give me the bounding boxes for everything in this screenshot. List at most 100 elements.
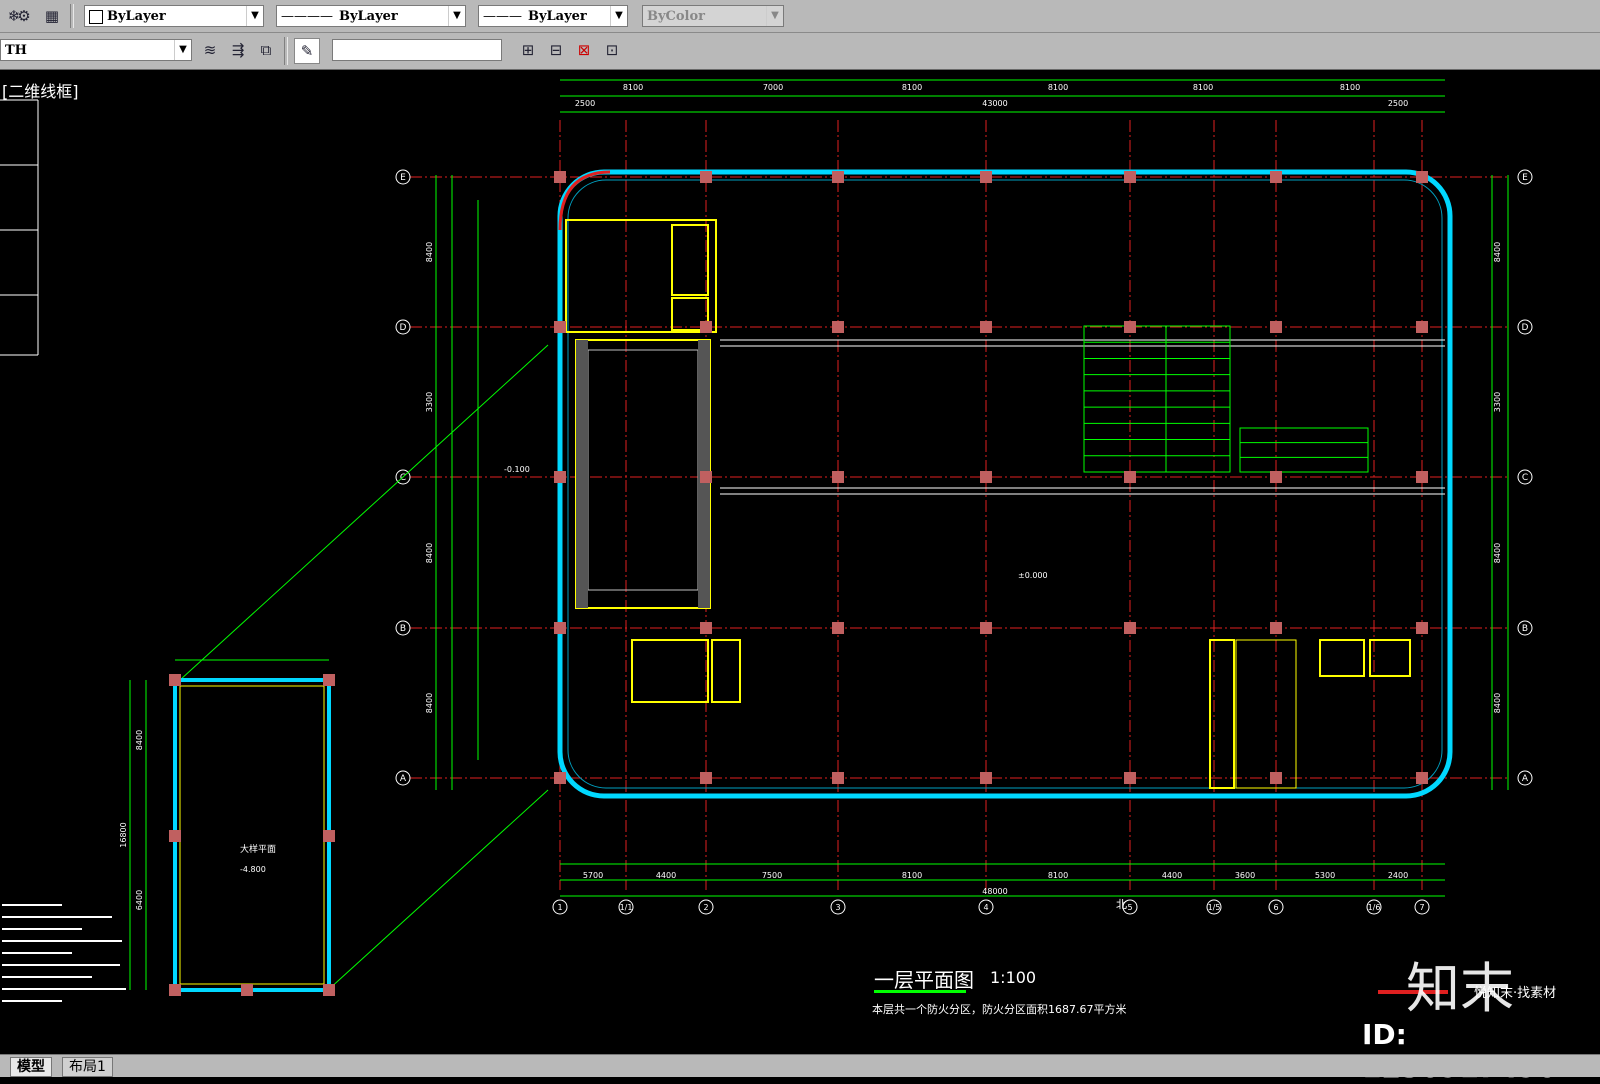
core-rooms <box>565 219 1411 789</box>
dimension-label: 8100 <box>1340 83 1360 92</box>
lineweight-value: ByLayer <box>528 9 587 24</box>
gear-icon[interactable]: ⚙ <box>12 4 36 28</box>
dimension-label: 4400 <box>1162 871 1182 880</box>
stair-hatch <box>576 340 588 608</box>
dimension-label: 3600 <box>1235 871 1255 880</box>
dimension-label: 7000 <box>763 83 783 92</box>
axis-bubble-label: A <box>400 774 407 784</box>
column <box>832 772 844 784</box>
column <box>700 471 712 483</box>
layer-value: TH <box>5 43 27 58</box>
column <box>1416 471 1428 483</box>
chevron-down-icon: ▼ <box>448 6 465 26</box>
dimension-label: 2400 <box>1388 871 1408 880</box>
plotstyle-dropdown[interactable]: ByColor ▼ <box>642 5 784 27</box>
axis-bubble-label: C <box>1522 473 1528 483</box>
column <box>980 471 992 483</box>
column <box>980 171 992 183</box>
axis-bubble-label: 1 <box>557 903 562 912</box>
lineweight-dropdown[interactable]: ——— ByLayer ▼ <box>478 5 628 27</box>
dimension-label: 6400 <box>135 890 144 910</box>
chevron-down-icon: ▼ <box>766 6 783 26</box>
chevron-down-icon: ▼ <box>246 6 263 26</box>
elev-mark: -0.100 <box>504 465 530 474</box>
dimension-label: 2500 <box>1388 99 1408 108</box>
dimension-label: 3300 <box>425 392 434 412</box>
fire-zone-note: 本层共一个防火分区，防火分区面积1687.67平方米 <box>872 1003 1127 1016</box>
dimension-label: 8100 <box>1193 83 1213 92</box>
column <box>1124 622 1136 634</box>
lineweight-preview: ——— <box>483 9 522 24</box>
column <box>1270 171 1282 183</box>
column <box>554 171 566 183</box>
axis-bubble-label: 3 <box>835 903 840 912</box>
block-attribute-icon[interactable]: ⊡ <box>600 38 624 62</box>
column <box>1124 171 1136 183</box>
dimension-label: 8400 <box>1493 242 1502 262</box>
edit-text-icon[interactable]: ✎ <box>294 38 320 64</box>
viewport-style-label[interactable]: [二维线框] <box>2 78 79 102</box>
layers-toolbar: TH ▼ ≋ ⇶ ⧉ ✎ ⊞ ⊟ ⊠ ⊡ <box>0 33 1600 70</box>
axis-bubble-label: 7 <box>1419 903 1424 912</box>
column <box>1270 622 1282 634</box>
dimension-labels: 8100 7000 8100 8100 8100 8100 2500 43000 2500 570… <box>119 83 1502 910</box>
column <box>554 471 566 483</box>
text-style-field[interactable] <box>332 39 502 61</box>
column <box>1416 622 1428 634</box>
column <box>1416 171 1428 183</box>
color-dropdown[interactable]: ByLayer ▼ <box>84 5 264 27</box>
axis-bubble-label: 2 <box>703 903 708 912</box>
column <box>700 321 712 333</box>
column <box>980 622 992 634</box>
column <box>980 772 992 784</box>
column <box>554 772 566 784</box>
plan-scale: 1:100 <box>990 968 1037 987</box>
drawing-canvas[interactable]: E ED DC CB BA A1 1/1 2 3 4 5 1/5 6 1/6 7 8100 7000 8100 8… <box>0 70 1600 1054</box>
block-delete-icon[interactable]: ⊠ <box>572 38 596 62</box>
column <box>832 171 844 183</box>
detail-plan <box>129 659 335 996</box>
north-label: 北 <box>1116 898 1127 911</box>
plan-title: 一层平面图 <box>874 968 974 992</box>
block-insert-icon[interactable]: ⊞ <box>516 38 540 62</box>
dimension-label: 8100 <box>1048 871 1068 880</box>
dimension-label: 8400 <box>1493 543 1502 563</box>
dimension-label: 8100 <box>902 871 922 880</box>
dimension-label: 8400 <box>1493 693 1502 713</box>
tab-model[interactable]: 模型 <box>10 1057 52 1077</box>
dimension-label: 5700 <box>583 871 603 880</box>
plotstyle-value: ByColor <box>647 9 706 24</box>
color-swatch <box>89 9 103 24</box>
axis-bubble-label: B <box>1522 624 1528 634</box>
axis-bubble-label: 1/5 <box>1208 903 1221 912</box>
dimension-label: 48000 <box>982 887 1007 896</box>
tab-layout1[interactable]: 布局1 <box>62 1057 113 1077</box>
dimension-label: 43000 <box>982 99 1007 108</box>
chevron-down-icon: ▼ <box>610 6 627 26</box>
column <box>1416 772 1428 784</box>
detail-label: 大样平面 <box>240 843 276 855</box>
toolbar-separator <box>70 4 74 28</box>
column <box>980 321 992 333</box>
linetype-value: ByLayer <box>339 9 398 24</box>
axis-bubble-label: 6 <box>1273 903 1278 912</box>
chevron-down-icon: ▼ <box>174 40 191 60</box>
column <box>1270 321 1282 333</box>
layer-previous-icon[interactable]: ≋ <box>198 38 222 62</box>
block-edit-icon[interactable]: ⊟ <box>544 38 568 62</box>
column <box>1124 321 1136 333</box>
axis-bubble-label: 5 <box>1127 903 1132 912</box>
dimension-label: 8100 <box>1048 83 1068 92</box>
layer-match-icon[interactable]: ⇶ <box>226 38 250 62</box>
dimension-label: 8100 <box>623 83 643 92</box>
column <box>1416 321 1428 333</box>
axis-bubble-label: E <box>400 173 406 183</box>
column <box>700 622 712 634</box>
linetype-dropdown[interactable]: ———— ByLayer ▼ <box>276 5 466 27</box>
layer-state-icon[interactable]: ▦ <box>40 4 64 28</box>
column <box>554 622 566 634</box>
column <box>700 171 712 183</box>
layer-dropdown[interactable]: TH ▼ <box>0 39 192 61</box>
dimension-label: 3300 <box>1493 392 1502 412</box>
layer-iso-icon[interactable]: ⧉ <box>254 38 278 62</box>
